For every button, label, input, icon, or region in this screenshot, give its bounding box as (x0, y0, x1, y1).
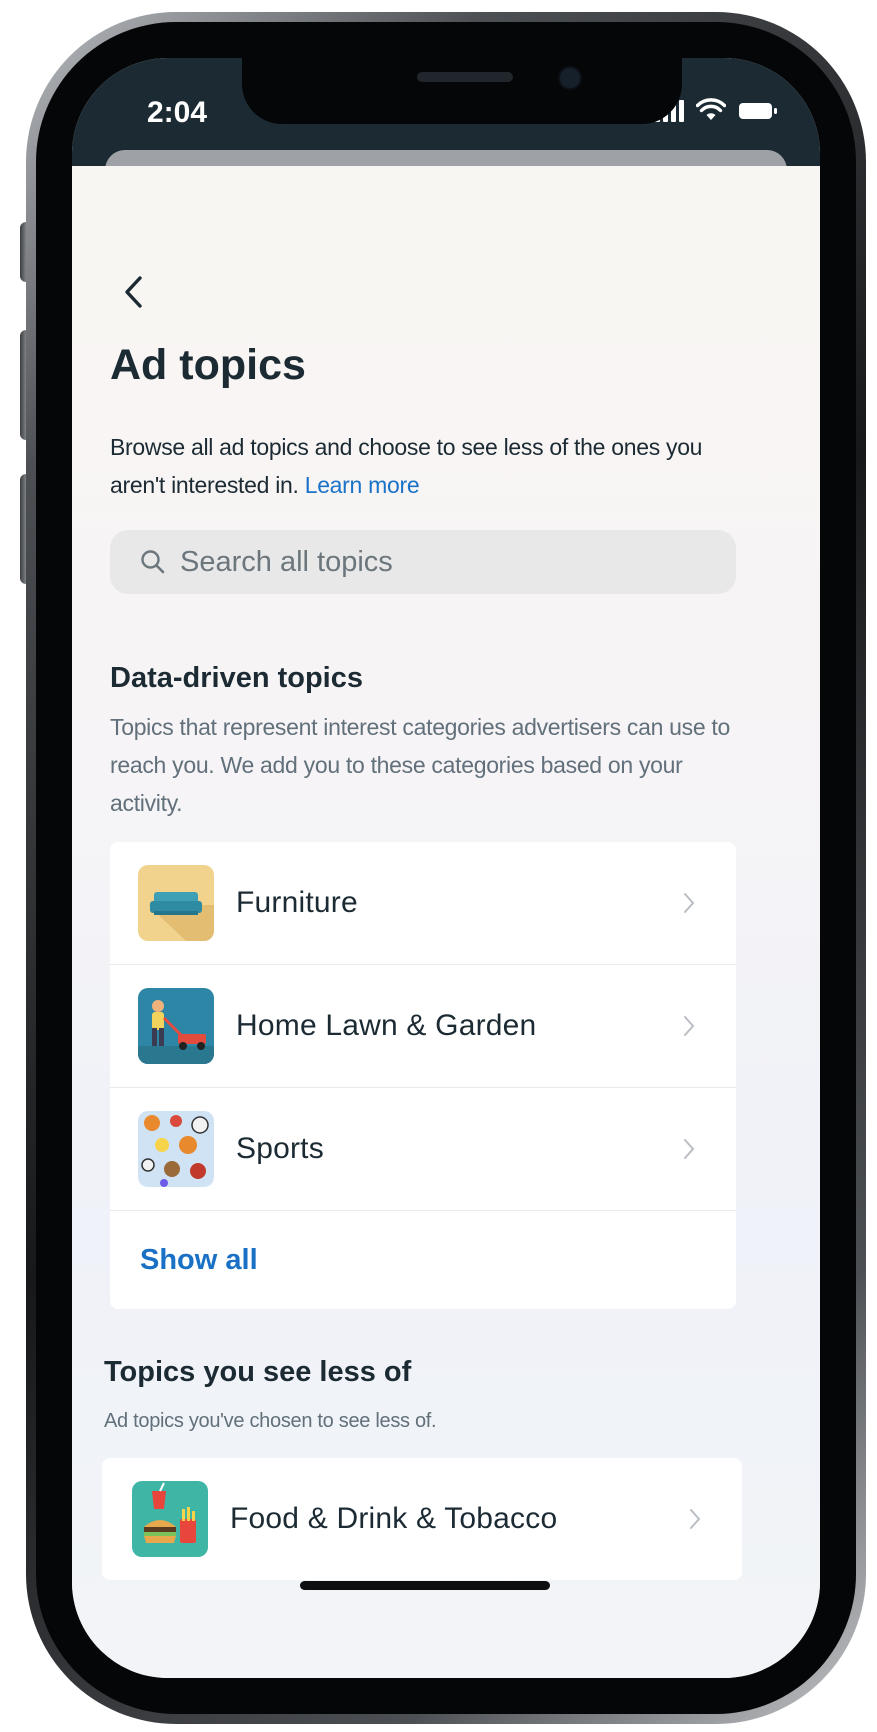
topic-label: Sports (236, 1132, 324, 1165)
chevron-right-icon (684, 1139, 695, 1159)
show-all-button[interactable]: Show all (110, 1211, 736, 1309)
phone-screen: 2:04 Ad topics Browse all ad topics and … (72, 58, 820, 1678)
topic-label: Home Lawn & Garden (236, 1009, 537, 1042)
topic-row-home-lawn-garden[interactable]: Home Lawn & Garden (110, 965, 736, 1088)
front-camera (558, 66, 582, 90)
topic-label: Furniture (236, 886, 358, 919)
battery-icon (738, 100, 778, 122)
search-bar[interactable] (110, 530, 736, 594)
notch (242, 58, 682, 124)
sports-balls-icon (138, 1111, 214, 1187)
data-driven-topics-list: Furniture Home Lawn & Garden Sports Show… (110, 842, 736, 1309)
see-less-heading: Topics you see less of (104, 1356, 412, 1388)
see-less-topics-list: Food & Drink & Tobacco (102, 1458, 742, 1580)
data-driven-topics-description: Topics that represent interest categorie… (110, 714, 731, 816)
chevron-left-icon (125, 276, 142, 308)
page-description: Browse all ad topics and choose to see l… (110, 428, 750, 504)
speaker-grille (417, 72, 513, 82)
ad-topics-page: Ad topics Browse all ad topics and choos… (72, 166, 820, 1678)
topic-row-sports[interactable]: Sports (110, 1088, 736, 1211)
learn-more-link[interactable]: Learn more (305, 472, 420, 498)
wifi-icon (696, 98, 726, 122)
fast-food-icon (132, 1481, 208, 1557)
lawn-mower-icon (138, 988, 214, 1064)
home-indicator[interactable] (300, 1581, 550, 1590)
back-button[interactable] (120, 272, 150, 312)
status-time: 2:04 (147, 96, 208, 129)
sofa-icon (138, 865, 214, 941)
topic-row-food-drink-tobacco[interactable]: Food & Drink & Tobacco (102, 1458, 742, 1580)
chevron-right-icon (690, 1509, 701, 1529)
search-input[interactable] (178, 544, 702, 580)
see-less-description: Ad topics you've chosen to see less of. (104, 1410, 437, 1432)
topic-row-furniture[interactable]: Furniture (110, 842, 736, 965)
page-title: Ad topics (110, 341, 306, 389)
data-driven-topics-heading: Data-driven topics (110, 662, 363, 694)
topic-label: Food & Drink & Tobacco (230, 1502, 558, 1535)
chevron-right-icon (684, 893, 695, 913)
chevron-right-icon (684, 1016, 695, 1036)
search-icon (141, 550, 165, 574)
